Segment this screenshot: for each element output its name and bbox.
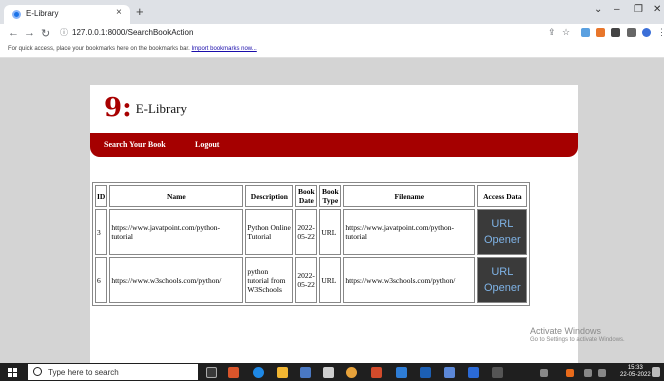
cell-description: python tutorial from W3Schools bbox=[245, 257, 294, 303]
cell-date: 2022-05-22 bbox=[295, 257, 318, 303]
address-bar[interactable]: ⓘ 127.0.0.1:8000/SearchBookAction bbox=[60, 27, 193, 38]
bookmark-star-icon[interactable]: ☆ bbox=[562, 27, 570, 38]
cell-access: URL Opener bbox=[477, 209, 528, 255]
volume-icon[interactable] bbox=[598, 369, 606, 377]
bookmarks-bar: For quick access, place your bookmarks h… bbox=[0, 44, 664, 58]
back-icon[interactable]: ← bbox=[8, 27, 19, 39]
address-text: 127.0.0.1:8000/SearchBookAction bbox=[72, 28, 194, 37]
logo-mark-icon: 9: bbox=[104, 93, 132, 123]
taskbar-search[interactable]: Type here to search bbox=[28, 364, 198, 380]
extension-icon[interactable] bbox=[596, 28, 605, 37]
search-icon bbox=[33, 367, 42, 376]
clock-date: 22-05-2022 bbox=[620, 372, 651, 378]
taskbar-app-icon[interactable] bbox=[444, 367, 455, 378]
library-page: 9: E-Library Search Your Book Logout ID … bbox=[90, 85, 578, 375]
books-table: ID Name Description Book Date Book Type … bbox=[92, 182, 531, 306]
share-icon[interactable]: ⇪ bbox=[548, 27, 556, 38]
taskbar-app-icon[interactable] bbox=[420, 367, 431, 378]
table-header-row: ID Name Description Book Date Book Type … bbox=[95, 185, 528, 207]
column-header-name: Name bbox=[109, 185, 244, 207]
cell-date: 2022-05-22 bbox=[295, 209, 318, 255]
url-opener-button[interactable]: URL Opener bbox=[478, 210, 527, 254]
cell-name: https://www.javatpoint.com/python-tutori… bbox=[109, 209, 244, 255]
site-favicon-icon bbox=[12, 10, 21, 19]
column-header-description: Description bbox=[245, 185, 294, 207]
cell-filename: https://www.javatpoint.com/python-tutori… bbox=[343, 209, 476, 255]
column-header-book-type: Book Type bbox=[319, 185, 342, 207]
main-nav: Search Your Book Logout bbox=[90, 133, 578, 157]
reload-icon[interactable]: ↻ bbox=[41, 27, 50, 40]
cell-description: Python Online Tutorial bbox=[245, 209, 294, 255]
nav-search-book[interactable]: Search Your Book bbox=[104, 140, 166, 149]
notifications-icon[interactable] bbox=[652, 367, 660, 377]
table-row: 6 https://www.w3schools.com/python/ pyth… bbox=[95, 257, 528, 303]
extension-icon[interactable] bbox=[581, 28, 590, 37]
tray-app-icon[interactable] bbox=[566, 369, 574, 377]
taskbar-app-icon[interactable] bbox=[228, 367, 239, 378]
taskbar-search-placeholder: Type here to search bbox=[48, 368, 119, 377]
browser-toolbar: ← → ↻ ⓘ 127.0.0.1:8000/SearchBookAction ⇪… bbox=[0, 24, 664, 44]
cell-type: URL bbox=[319, 257, 342, 303]
browser-tab-bar: E-Library × + ⌄ – ❐ ✕ bbox=[0, 0, 664, 24]
cell-filename: https://www.w3schools.com/python/ bbox=[343, 257, 476, 303]
close-tab-icon[interactable]: × bbox=[116, 7, 122, 18]
edge-icon[interactable] bbox=[253, 367, 264, 378]
site-logo[interactable]: 9: E-Library bbox=[104, 95, 187, 121]
extensions-puzzle-icon[interactable] bbox=[611, 28, 620, 37]
taskbar-app-icon[interactable] bbox=[323, 367, 334, 378]
close-window-icon[interactable]: ✕ bbox=[653, 4, 661, 15]
tab-title: E-Library bbox=[26, 9, 59, 18]
new-tab-button[interactable]: + bbox=[136, 4, 144, 19]
file-explorer-icon[interactable] bbox=[277, 367, 288, 378]
activate-windows-watermark: Activate Windows Go to Settings to activ… bbox=[530, 326, 625, 343]
page-viewport: 9: E-Library Search Your Book Logout ID … bbox=[0, 58, 664, 375]
battery-icon[interactable] bbox=[584, 369, 592, 377]
cell-id: 6 bbox=[95, 257, 108, 303]
taskbar-app-icon[interactable] bbox=[492, 367, 503, 378]
browser-tab[interactable]: E-Library × bbox=[4, 5, 130, 24]
tab-search-icon[interactable]: ⌄ bbox=[594, 4, 602, 15]
task-view-icon[interactable] bbox=[206, 367, 217, 378]
taskbar-app-icon[interactable] bbox=[371, 367, 382, 378]
site-info-icon[interactable]: ⓘ bbox=[60, 28, 68, 37]
forward-icon[interactable]: → bbox=[24, 27, 35, 39]
taskbar-app-icon[interactable] bbox=[468, 367, 479, 378]
windows-start-icon[interactable] bbox=[8, 368, 17, 377]
taskbar-app-icon[interactable] bbox=[396, 367, 407, 378]
bookmark-prompt: For quick access, place your bookmarks h… bbox=[8, 46, 257, 52]
cell-type: URL bbox=[319, 209, 342, 255]
column-header-book-date: Book Date bbox=[295, 185, 318, 207]
column-header-access-data: Access Data bbox=[477, 185, 528, 207]
minimize-icon[interactable]: – bbox=[614, 4, 620, 15]
url-opener-button[interactable]: URL Opener bbox=[478, 258, 527, 302]
nav-logout[interactable]: Logout bbox=[195, 140, 219, 149]
windows-taskbar: Type here to search 15:33 22-05-2022 bbox=[0, 363, 664, 381]
taskbar-clock[interactable]: 15:33 22-05-2022 bbox=[620, 365, 651, 379]
table-row: 3 https://www.javatpoint.com/python-tuto… bbox=[95, 209, 528, 255]
column-header-filename: Filename bbox=[343, 185, 476, 207]
column-header-id: ID bbox=[95, 185, 108, 207]
chrome-icon[interactable] bbox=[346, 367, 357, 378]
sidebar-icon[interactable] bbox=[627, 28, 636, 37]
taskbar-app-icon[interactable] bbox=[300, 367, 311, 378]
cell-access: URL Opener bbox=[477, 257, 528, 303]
watermark-subtitle: Go to Settings to activate Windows. bbox=[530, 337, 625, 343]
profile-icon[interactable] bbox=[642, 28, 651, 37]
cell-id: 3 bbox=[95, 209, 108, 255]
watermark-title: Activate Windows bbox=[530, 326, 602, 336]
maximize-icon[interactable]: ❐ bbox=[634, 4, 643, 15]
clock-time: 15:33 bbox=[627, 365, 643, 371]
site-title: E-Library bbox=[135, 101, 187, 116]
import-bookmarks-link[interactable]: Import bookmarks now... bbox=[191, 46, 256, 52]
menu-icon[interactable]: ⋮ bbox=[657, 27, 664, 38]
cell-name: https://www.w3schools.com/python/ bbox=[109, 257, 244, 303]
bookmark-prompt-text: For quick access, place your bookmarks h… bbox=[8, 46, 190, 52]
network-icon[interactable] bbox=[540, 369, 548, 377]
